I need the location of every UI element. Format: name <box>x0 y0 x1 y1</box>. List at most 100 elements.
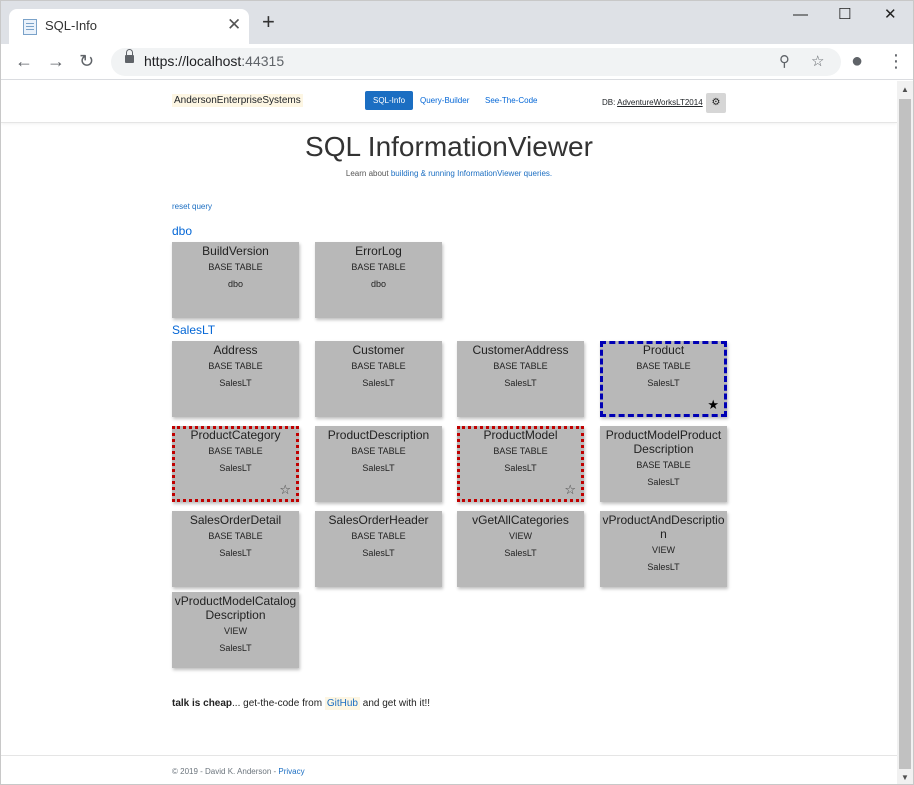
nav-query-builder[interactable]: Query-Builder <box>412 91 477 110</box>
nav-see-the-code[interactable]: See-The-Code <box>477 91 545 110</box>
card-name: SalesOrderHeader <box>328 513 429 527</box>
site-navbar: AndersonEnterpriseSystems SQL-Info Query… <box>1 81 897 123</box>
card-type: BASE TABLE <box>351 262 406 272</box>
nav-sql-info[interactable]: SQL-Info <box>365 91 414 110</box>
card-name: ProductModelProduct Description <box>605 428 722 456</box>
card-schema: SalesLT <box>219 463 252 473</box>
table-card[interactable]: ProductModel BASE TABLE SalesLT ☆ <box>457 426 584 502</box>
forward-icon[interactable]: → <box>47 51 65 71</box>
table-card[interactable]: Product BASE TABLE SalesLT ★ <box>600 341 727 417</box>
page-icon <box>23 19 37 35</box>
footer-note: talk is cheap... get-the-code from GitHu… <box>172 697 431 710</box>
table-card[interactable]: Customer BASE TABLE SalesLT <box>315 341 442 417</box>
card-name: ErrorLog <box>355 244 402 258</box>
db-name-link[interactable]: AdventureWorksLT2014 <box>617 98 703 107</box>
browser-tab[interactable]: SQL-Info ✕ <box>9 9 249 44</box>
menu-kebab-icon[interactable]: ⋮ <box>887 51 905 71</box>
card-name: ProductModel <box>483 428 558 442</box>
card-type: VIEW <box>508 531 532 541</box>
card-type: BASE TABLE <box>493 361 548 371</box>
card-name: vGetAllCategories <box>472 513 569 527</box>
card-type: BASE TABLE <box>351 361 406 371</box>
tab-title: SQL-Info <box>45 18 98 33</box>
new-tab-icon[interactable]: + <box>262 11 275 33</box>
card-name: vProductAndDescriptio n <box>602 513 725 541</box>
card-schema: SalesLT <box>362 463 395 473</box>
privacy-link[interactable]: Privacy <box>278 767 304 776</box>
card-schema: SalesLT <box>219 548 252 558</box>
table-card[interactable]: CustomerAddress BASE TABLE SalesLT <box>457 341 584 417</box>
card-type: BASE TABLE <box>351 531 406 541</box>
table-card[interactable]: ProductDescription BASE TABLE SalesLT <box>315 426 442 502</box>
table-card[interactable]: vProductAndDescriptio n VIEW SalesLT <box>600 511 727 587</box>
card-type: BASE TABLE <box>636 460 691 470</box>
back-icon[interactable]: ← <box>15 51 33 71</box>
card-schema: SalesLT <box>504 378 537 388</box>
github-link[interactable]: GitHub <box>324 697 360 710</box>
card-schema: SalesLT <box>504 463 537 473</box>
maximize-icon[interactable]: ☐ <box>838 5 851 25</box>
close-window-icon[interactable]: ✕ <box>884 5 897 25</box>
page-title: SQL InformationViewer <box>305 131 593 162</box>
zoom-icon[interactable]: ⚲ <box>779 52 790 70</box>
bookmark-star-icon[interactable]: ☆ <box>811 52 824 70</box>
card-schema: SalesLT <box>647 477 680 487</box>
card-schema: SalesLT <box>219 643 252 653</box>
card-name: ProductCategory <box>190 428 281 442</box>
card-name: BuildVersion <box>202 244 269 258</box>
card-name: Product <box>642 343 685 357</box>
schema-heading-dbo[interactable]: dbo <box>172 224 192 238</box>
url-text[interactable]: https://localhost:44315 <box>144 53 284 69</box>
queries-help-link[interactable]: building & running InformationViewer que… <box>391 169 552 178</box>
card-schema: SalesLT <box>647 562 680 572</box>
table-card[interactable]: vGetAllCategories VIEW SalesLT <box>457 511 584 587</box>
scrollbar[interactable]: ▲ ▼ <box>897 81 913 784</box>
card-schema: SalesLT <box>647 378 680 388</box>
card-name: SalesOrderDetail <box>189 513 282 527</box>
table-card[interactable]: Address BASE TABLE SalesLT <box>172 341 299 417</box>
table-card[interactable]: ProductModelProduct Description BASE TABL… <box>600 426 727 502</box>
card-schema: SalesLT <box>219 378 252 388</box>
tab-bar: SQL-Info ✕ + — ☐ ✕ <box>1 1 913 44</box>
table-card[interactable]: ProductCategory BASE TABLE SalesLT ☆ <box>172 426 299 502</box>
scroll-thumb[interactable] <box>899 99 911 769</box>
star-outline-icon[interactable]: ☆ <box>564 483 576 497</box>
card-schema: dbo <box>370 279 387 289</box>
page-subtitle: Learn about building & running Informati… <box>345 169 553 178</box>
schema-heading-saleslt[interactable]: SalesLT <box>172 323 215 337</box>
card-schema: dbo <box>227 279 244 289</box>
card-type: BASE TABLE <box>208 262 263 272</box>
db-label: DB: AdventureWorksLT2014 <box>602 98 703 107</box>
card-schema: SalesLT <box>362 548 395 558</box>
minimize-icon[interactable]: — <box>793 5 808 25</box>
table-card[interactable]: SalesOrderDetail BASE TABLE SalesLT <box>172 511 299 587</box>
page-viewport: AndersonEnterpriseSystems SQL-Info Query… <box>1 81 897 784</box>
table-card[interactable]: vProductModelCatalog Description VIEW Sale… <box>172 592 299 668</box>
card-type: VIEW <box>223 626 247 636</box>
card-name: Customer <box>352 343 405 357</box>
brand-link[interactable]: AndersonEnterpriseSystems <box>172 94 303 107</box>
scroll-up-icon[interactable]: ▲ <box>901 85 909 94</box>
card-schema: SalesLT <box>504 548 537 558</box>
settings-gear-icon[interactable]: ⚙ <box>706 93 726 113</box>
star-outline-icon[interactable]: ☆ <box>279 483 291 497</box>
reset-query-link[interactable]: reset query <box>172 202 212 211</box>
browser-window: SQL-Info ✕ + — ☐ ✕ ← → ↻ https://localho… <box>0 0 914 785</box>
reload-icon[interactable]: ↻ <box>79 51 94 71</box>
profile-icon[interactable]: ● <box>851 51 863 71</box>
card-schema: SalesLT <box>362 378 395 388</box>
table-card[interactable]: SalesOrderHeader BASE TABLE SalesLT <box>315 511 442 587</box>
table-card[interactable]: ErrorLog BASE TABLE dbo <box>315 242 442 318</box>
lock-icon <box>125 49 134 63</box>
card-type: VIEW <box>651 545 675 555</box>
star-filled-icon[interactable]: ★ <box>707 398 719 412</box>
card-name: ProductDescription <box>327 428 430 442</box>
card-name: vProductModelCatalog Description <box>174 594 297 622</box>
close-tab-icon[interactable]: ✕ <box>227 15 241 35</box>
card-type: BASE TABLE <box>636 361 691 371</box>
table-card[interactable]: BuildVersion BASE TABLE dbo <box>172 242 299 318</box>
address-bar[interactable]: https://localhost:44315 ⚲ ☆ <box>111 48 841 76</box>
card-type: BASE TABLE <box>208 446 263 456</box>
card-type: BASE TABLE <box>208 531 263 541</box>
scroll-down-icon[interactable]: ▼ <box>901 773 909 782</box>
